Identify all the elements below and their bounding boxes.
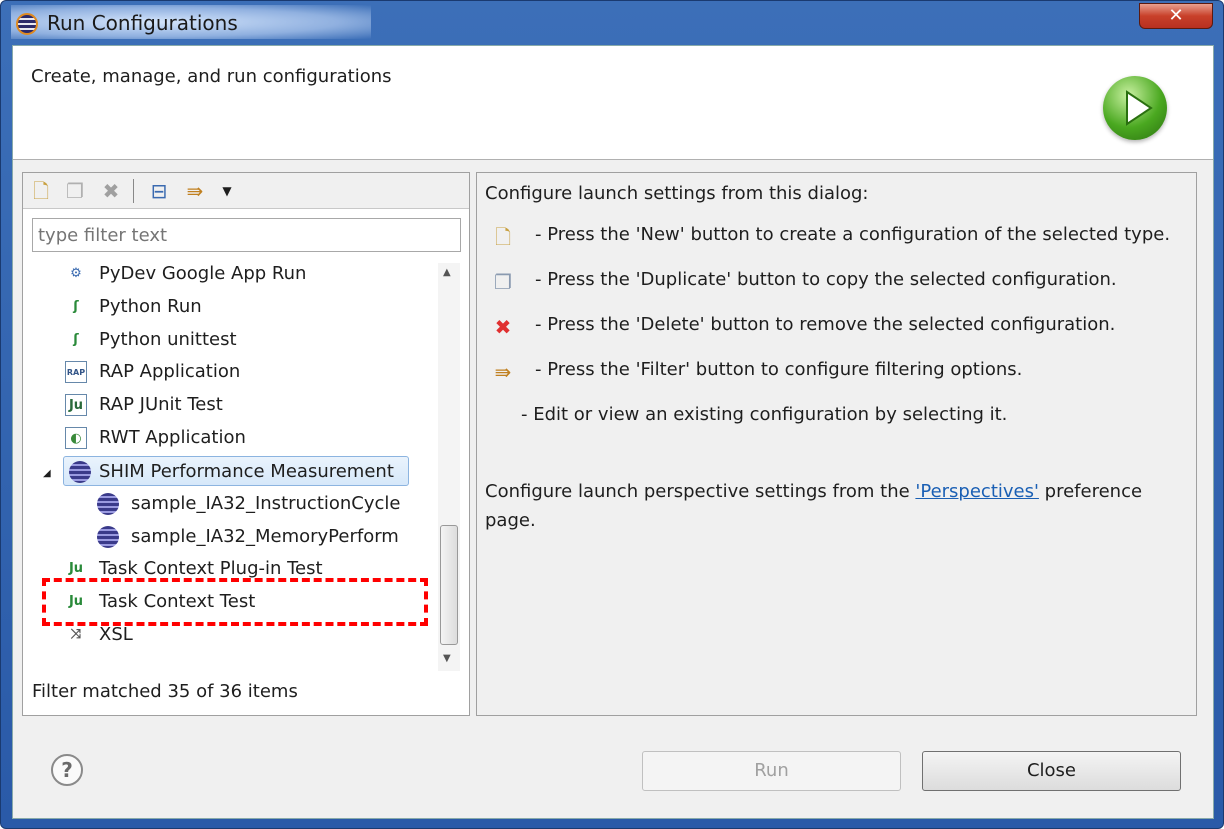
dialog-window: Run Configurations ✕ Create, manage, and… (0, 0, 1224, 829)
shim-icon (69, 461, 91, 483)
perspective-text: Configure launch perspective settings fr… (485, 481, 1143, 502)
rwt-app-icon: ◐ (65, 427, 87, 449)
shim-config-icon (97, 493, 119, 515)
filter-status: Filter matched 35 of 36 items (32, 681, 298, 702)
filter-icon: ⇛ (494, 360, 512, 384)
pydev-google-icon: ⚙ (70, 266, 82, 281)
scroll-down-icon[interactable]: ▼ (443, 653, 451, 664)
dialog-header: Create, manage, and run configurations (13, 46, 1213, 160)
rap-junit-icon: Ju (65, 394, 87, 416)
scroll-up-icon[interactable]: ▲ (443, 267, 451, 278)
eclipse-icon (16, 13, 38, 35)
run-icon (1103, 76, 1167, 140)
filter-icon[interactable]: ⇛ (183, 179, 207, 203)
shim-config-icon (97, 526, 119, 548)
help-duplicate: - Press the 'Duplicate' button to copy t… (535, 269, 1117, 290)
expanded-arrow-icon: ◢ (43, 468, 51, 479)
help-edit: - Edit or view an existing configuration… (521, 404, 1008, 425)
help-filter: - Press the 'Filter' button to configure… (535, 359, 1023, 380)
delete-icon[interactable]: ✖ (99, 179, 123, 203)
perspectives-link[interactable]: 'Perspectives' (915, 481, 1039, 502)
duplicate-icon[interactable]: ❐ (63, 179, 87, 203)
junit-plugin-icon: Ju (68, 561, 84, 576)
help-button[interactable]: ? (51, 754, 83, 786)
duplicate-icon: ❐ (494, 270, 512, 294)
close-button[interactable]: Close (922, 751, 1181, 791)
new-config-icon[interactable]: 🗋 (29, 179, 53, 203)
scroll-thumb[interactable] (440, 525, 458, 645)
tree-toolbar: 🗋 ❐ ✖ ⊟ ⇛ ▼ (23, 173, 469, 209)
collapse-all-icon[interactable]: ⊟ (147, 179, 171, 203)
python-unittest-icon: ʃ (73, 332, 79, 347)
tree-scrollbar[interactable]: ▲ ▼ (438, 263, 460, 671)
configuration-info-panel: Configure launch settings from this dial… (476, 172, 1197, 716)
header-description: Create, manage, and run configurations (31, 66, 392, 87)
help-delete: - Press the 'Delete' button to remove th… (535, 314, 1116, 335)
filter-input[interactable] (32, 218, 461, 252)
run-button[interactable]: Run (642, 751, 901, 791)
delete-icon: ✖ (494, 315, 512, 339)
perspective-text-line2: page. (485, 510, 536, 531)
view-menu-icon[interactable]: ▼ (215, 179, 239, 203)
rap-app-icon: RAP (65, 361, 87, 383)
expand-toggle[interactable]: ◢ (43, 456, 65, 486)
intro-text: Configure launch settings from this dial… (485, 183, 869, 204)
close-window-button[interactable]: ✕ (1139, 3, 1213, 29)
configuration-tree: ⚙ PyDev Google App Run ʃ Python Run ʃ Pytho… (23, 259, 437, 671)
python-icon: ʃ (73, 299, 79, 314)
dialog-client: Create, manage, and run configurations 🗋… (12, 45, 1214, 819)
junit-icon: Ju (68, 594, 84, 609)
title-bar: Run Configurations ✕ (1, 1, 1223, 45)
tree-item-selected[interactable]: SHIM Performance Measurement (63, 456, 409, 486)
window-title: Run Configurations (47, 11, 238, 35)
configuration-tree-panel: 🗋 ❐ ✖ ⊟ ⇛ ▼ ⚙PyDev Google App Run ʃPytho… (22, 172, 470, 716)
xsl-icon: ⤨ (70, 627, 82, 642)
new-config-icon: 🗋 (494, 225, 512, 249)
help-new: - Press the 'New' button to create a con… (535, 224, 1171, 245)
